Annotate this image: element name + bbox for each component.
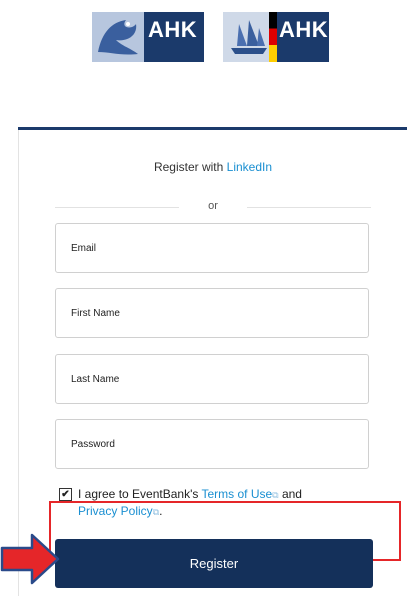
german-flag-icon	[269, 12, 277, 62]
agreement-prefix: I agree to EventBank's	[78, 487, 202, 501]
email-field-box	[55, 223, 369, 273]
last-name-field[interactable]	[56, 355, 368, 403]
separator-text: or	[208, 200, 218, 212]
email-field[interactable]	[56, 224, 368, 272]
ahk-logo-text: AHK	[279, 17, 329, 42]
separator-line	[247, 207, 371, 208]
agree-checkbox[interactable]: ✔	[59, 488, 72, 501]
linkedin-prefix: Register with	[153, 160, 227, 174]
junk-ship-icon	[223, 12, 275, 62]
linkedin-link[interactable]: LinkedIn	[227, 160, 272, 174]
or-separator: or	[55, 200, 371, 214]
last-name-field-box	[55, 354, 369, 404]
password-field-box	[55, 419, 369, 469]
agreement-middle: and	[278, 487, 302, 501]
ahk-logo-left: AHK	[92, 12, 204, 62]
password-field[interactable]	[56, 420, 368, 468]
header-logos: AHK AHK	[0, 0, 407, 128]
register-panel: Register with LinkedIn or ✔ I agree to E…	[18, 130, 407, 596]
ahk-logo-text: AHK	[148, 17, 198, 42]
register-button[interactable]: Register	[55, 539, 373, 588]
linkedin-register-row: Register with LinkedIn	[19, 160, 407, 174]
terms-of-use-link[interactable]: Terms of Use	[201, 487, 272, 501]
ahk-logo-right: AHK	[223, 12, 329, 62]
pointer-arrow-icon	[0, 533, 60, 585]
dragon-emblem-icon	[92, 12, 144, 62]
first-name-field-box	[55, 288, 369, 338]
first-name-field[interactable]	[56, 289, 368, 337]
